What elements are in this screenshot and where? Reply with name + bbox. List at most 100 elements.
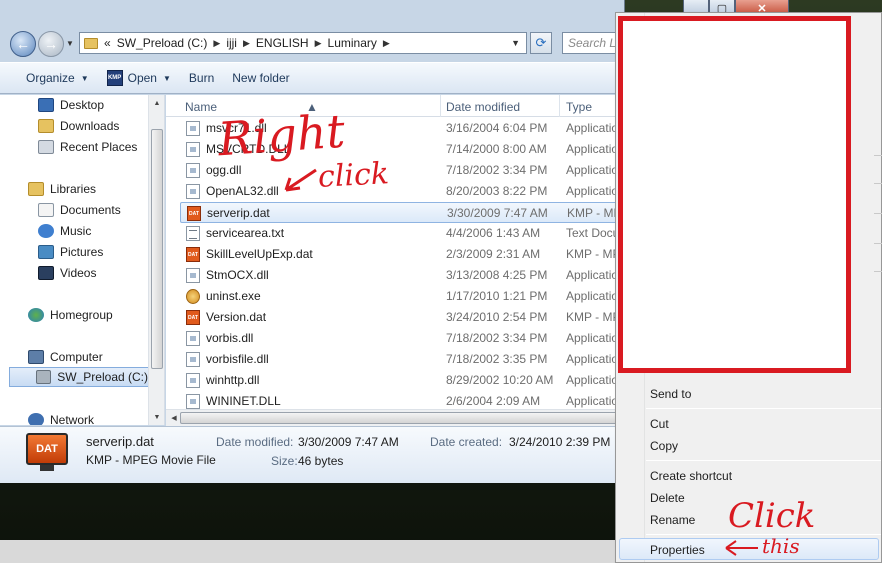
explorer-window: ← → ▼ « SW_Preload (C:) ▶ ijji ▶ ENGLISH… bbox=[0, 0, 625, 483]
open-label: Open bbox=[127, 71, 157, 85]
back-button[interactable]: ← bbox=[10, 31, 36, 57]
nav-item-network[interactable]: Network bbox=[28, 410, 94, 425]
table-row[interactable]: OpenAL32.dll 8/20/2003 8:22 PM Application bbox=[180, 181, 625, 202]
breadcrumb-drive[interactable]: SW_Preload (C:) bbox=[117, 36, 208, 50]
nav-item-documents[interactable]: Documents bbox=[38, 200, 121, 220]
filelist-horizontal-scrollbar[interactable]: ◀ bbox=[166, 409, 625, 426]
breadcrumb-separator-icon[interactable]: ▶ bbox=[243, 38, 250, 49]
dat-file-icon: DAT bbox=[186, 247, 200, 262]
dll-file-icon bbox=[186, 352, 200, 367]
recent-pages-dropdown-icon[interactable]: ▼ bbox=[66, 39, 74, 48]
icon-stand bbox=[40, 465, 54, 471]
navpane-scroll-thumb[interactable] bbox=[151, 129, 163, 369]
column-divider[interactable] bbox=[559, 95, 560, 117]
details-created-value: 3/24/2010 2:39 PM bbox=[509, 435, 611, 449]
refresh-icon: ⟳ bbox=[535, 35, 547, 50]
menu-item-delete[interactable]: Delete bbox=[650, 491, 685, 505]
table-row[interactable]: vorbisfile.dll 7/18/2002 3:35 PM Applicati… bbox=[180, 349, 625, 370]
organize-button[interactable]: Organize ▼ bbox=[0, 63, 98, 93]
scroll-up-icon[interactable]: ▲ bbox=[149, 95, 164, 111]
nav-label: Documents bbox=[60, 203, 121, 217]
open-button[interactable]: KMP Open ▼ bbox=[98, 63, 180, 93]
redaction-box bbox=[618, 16, 851, 373]
table-row[interactable]: uninst.exe 1/17/2010 1:21 PM Application bbox=[180, 286, 625, 307]
file-date-modified: 7/18/2002 3:34 PM bbox=[446, 163, 548, 177]
recent-places-icon bbox=[38, 140, 54, 154]
address-dropdown-icon[interactable]: ▼ bbox=[511, 38, 520, 48]
details-pane: DAT serverip.dat KMP - MPEG Movie File D… bbox=[0, 426, 625, 483]
menu-item-properties[interactable]: Properties bbox=[650, 543, 705, 557]
table-row[interactable]: winhttp.dll 8/29/2002 10:20 AM Application bbox=[180, 370, 625, 391]
navigation-bar: ← → ▼ « SW_Preload (C:) ▶ ijji ▶ ENGLISH… bbox=[0, 28, 625, 60]
nav-item-computer[interactable]: Computer bbox=[28, 347, 103, 367]
forward-button[interactable]: → bbox=[38, 31, 64, 57]
nav-label: SW_Preload (C:) bbox=[57, 370, 148, 384]
homegroup-icon bbox=[28, 308, 44, 322]
column-divider[interactable] bbox=[440, 95, 441, 117]
dat-file-icon: DAT bbox=[186, 310, 200, 325]
dll-file-icon bbox=[186, 184, 200, 199]
file-date-modified: 3/13/2008 4:25 PM bbox=[446, 268, 548, 282]
organize-label: Organize bbox=[26, 71, 75, 85]
nav-label: Desktop bbox=[60, 98, 105, 112]
table-row[interactable]: servicearea.txt 4/4/2006 1:43 AM Text Docu bbox=[180, 223, 625, 244]
breadcrumb-luminary[interactable]: Luminary bbox=[328, 36, 377, 50]
breadcrumb-english[interactable]: ENGLISH bbox=[256, 36, 309, 50]
nav-item-pictures[interactable]: Pictures bbox=[38, 242, 103, 262]
navpane-scrollbar[interactable]: ▲ ▼ bbox=[148, 95, 164, 425]
file-date-modified: 7/18/2002 3:34 PM bbox=[446, 331, 548, 345]
downloads-folder-icon bbox=[38, 119, 54, 133]
nav-item-videos[interactable]: Videos bbox=[38, 263, 96, 283]
table-row[interactable]: vorbis.dll 7/18/2002 3:34 PM Application bbox=[180, 328, 625, 349]
address-bar[interactable]: « SW_Preload (C:) ▶ ijji ▶ ENGLISH ▶ Lum… bbox=[79, 32, 527, 54]
details-file-type: KMP - MPEG Movie File bbox=[86, 453, 216, 467]
nav-item-libraries[interactable]: Libraries bbox=[28, 179, 96, 199]
drive-icon bbox=[36, 370, 52, 384]
breadcrumb-overflow[interactable]: « bbox=[104, 36, 111, 50]
pictures-icon bbox=[38, 245, 54, 259]
navigation-pane: Desktop Downloads Recent Places Librarie… bbox=[0, 95, 165, 425]
menu-edge-tick bbox=[874, 155, 882, 156]
breadcrumb-separator-icon[interactable]: ▶ bbox=[315, 38, 322, 49]
nav-item-desktop[interactable]: Desktop bbox=[38, 95, 104, 115]
menu-edge-tick bbox=[874, 183, 882, 184]
menu-item-send-to[interactable]: Send to bbox=[650, 387, 691, 401]
menu-separator bbox=[646, 460, 881, 461]
menu-item-copy[interactable]: Copy bbox=[650, 439, 678, 453]
menu-item-rename[interactable]: Rename bbox=[650, 513, 695, 527]
details-file-name: serverip.dat bbox=[86, 434, 154, 449]
dat-file-large-icon: DAT bbox=[26, 433, 68, 471]
table-row[interactable]: DAT Version.dat 3/24/2010 2:54 PM KMP - MP bbox=[180, 307, 625, 328]
table-row[interactable]: DAT serverip.dat 3/30/2009 7:47 AM KMP - MP bbox=[180, 202, 625, 223]
horizontal-scroll-thumb[interactable] bbox=[180, 412, 620, 424]
nav-label: Recent Places bbox=[60, 140, 138, 154]
music-icon bbox=[38, 224, 54, 238]
kmp-player-icon: KMP bbox=[106, 70, 123, 86]
breadcrumb-separator-icon[interactable]: ▶ bbox=[213, 38, 220, 49]
dll-file-icon bbox=[186, 331, 200, 346]
column-name[interactable]: Name bbox=[185, 100, 217, 114]
menu-item-create-shortcut[interactable]: Create shortcut bbox=[650, 469, 732, 483]
nav-item-recent-places[interactable]: Recent Places bbox=[38, 137, 137, 157]
file-name: winhttp.dll bbox=[206, 373, 260, 387]
dll-file-icon bbox=[186, 121, 200, 136]
column-type[interactable]: Type bbox=[566, 100, 592, 114]
table-row[interactable]: StmOCX.dll 3/13/2008 4:25 PM Application bbox=[180, 265, 625, 286]
dat-icon-label: DAT bbox=[26, 433, 68, 465]
file-type: KMP - MP bbox=[567, 206, 622, 220]
column-date-modified[interactable]: Date modified bbox=[446, 100, 520, 114]
libraries-icon bbox=[28, 182, 44, 196]
burn-button[interactable]: Burn bbox=[180, 63, 223, 93]
file-date-modified: 3/30/2009 7:47 AM bbox=[447, 206, 548, 220]
breadcrumb-ijji[interactable]: ijji bbox=[226, 36, 237, 50]
table-row[interactable]: DAT SkillLevelUpExp.dat 2/3/2009 2:31 AM KM… bbox=[180, 244, 625, 265]
nav-item-music[interactable]: Music bbox=[38, 221, 91, 241]
new-folder-button[interactable]: New folder bbox=[223, 63, 298, 93]
breadcrumb-separator-icon[interactable]: ▶ bbox=[383, 38, 390, 49]
refresh-button[interactable]: ⟳ bbox=[530, 32, 552, 54]
nav-item-drive[interactable]: SW_Preload (C:) bbox=[9, 367, 149, 387]
nav-item-downloads[interactable]: Downloads bbox=[38, 116, 119, 136]
scroll-down-icon[interactable]: ▼ bbox=[149, 409, 164, 425]
menu-item-cut[interactable]: Cut bbox=[650, 417, 669, 431]
nav-item-homegroup[interactable]: Homegroup bbox=[28, 305, 113, 325]
